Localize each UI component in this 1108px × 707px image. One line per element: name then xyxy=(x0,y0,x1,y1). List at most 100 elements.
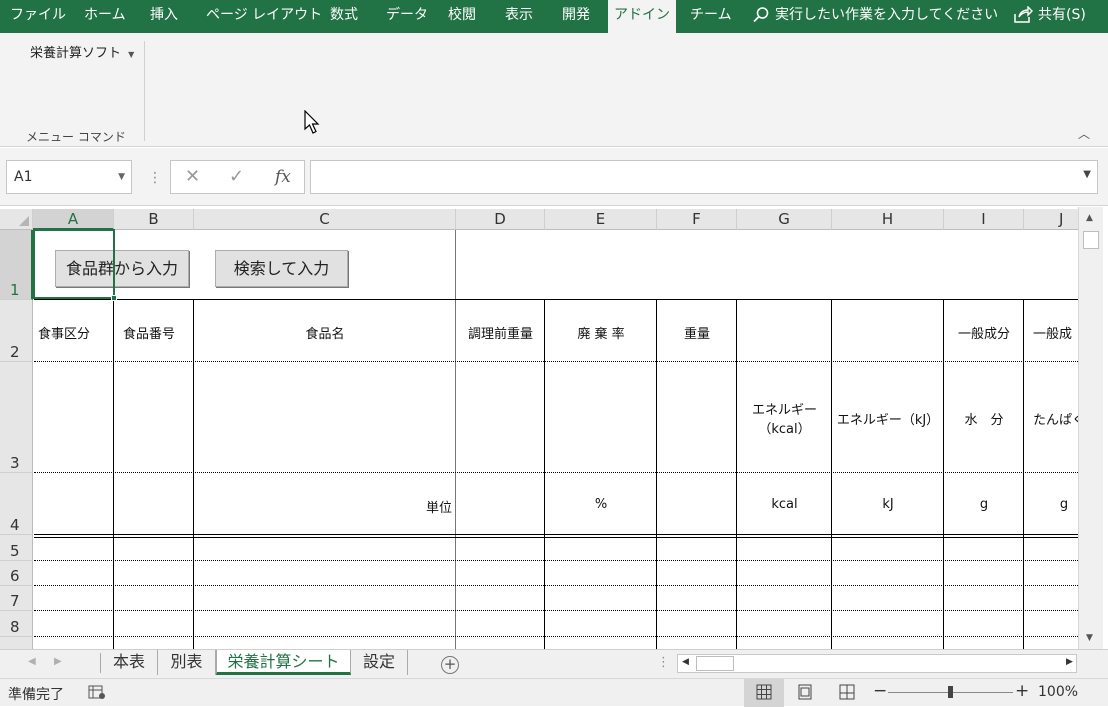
row-number: 4 xyxy=(10,516,20,534)
column-header-d[interactable]: D xyxy=(456,209,545,230)
sheet-tab-main-table[interactable]: 本表 xyxy=(101,650,158,675)
nutrition-software-menu-button[interactable]: 栄養計算ソフト ▼ xyxy=(30,42,134,61)
tab-split-grip-icon[interactable]: ⋮ xyxy=(657,655,670,670)
tab-review[interactable]: 校閲 xyxy=(448,0,488,33)
tab-formulas[interactable]: 数式 xyxy=(330,0,370,33)
row-header-2[interactable]: 2 xyxy=(0,300,33,362)
row-number: 6 xyxy=(10,567,20,585)
formula-bar-grip-icon[interactable]: ⋮ xyxy=(148,170,162,186)
vertical-scroll-thumb[interactable] xyxy=(1083,231,1099,249)
sheet-tab-settings[interactable]: 設定 xyxy=(351,650,408,675)
collapse-ribbon-icon[interactable]: ︿ xyxy=(1078,125,1090,142)
row-header-6[interactable]: 6 xyxy=(0,561,33,586)
scroll-right-icon[interactable]: ▶ xyxy=(1066,657,1073,667)
scroll-left-icon[interactable]: ◀ xyxy=(682,657,689,667)
tab-team[interactable]: チーム xyxy=(690,0,738,33)
macro-record-icon[interactable] xyxy=(88,684,106,700)
column-header-c[interactable]: C xyxy=(194,209,456,230)
enter-check-icon[interactable]: ✓ xyxy=(229,161,244,193)
sheet-tab-appendix[interactable]: 別表 xyxy=(158,650,216,675)
prev-sheet-icon[interactable]: ◀ xyxy=(28,656,36,667)
row-number: 2 xyxy=(10,343,20,361)
tell-me-box[interactable]: 実行したい作業を入力してください xyxy=(752,0,998,33)
row-number: 7 xyxy=(10,592,20,610)
share-button[interactable]: 共有(S) xyxy=(1013,0,1086,33)
name-box-dropdown-icon[interactable]: ▼ xyxy=(118,161,125,193)
column-border xyxy=(1023,300,1024,649)
column-border xyxy=(113,300,114,649)
tab-data[interactable]: データ xyxy=(386,0,430,33)
row-number: 8 xyxy=(10,618,20,636)
horizontal-scroll-thumb[interactable] xyxy=(696,656,734,671)
page-break-view-icon[interactable] xyxy=(839,684,855,700)
header-energy-kj: エネルギー（kJ） xyxy=(836,413,940,428)
row-border xyxy=(34,299,1078,300)
search-input-button[interactable]: 検索して入力 xyxy=(215,250,348,287)
row-header-1[interactable]: 1 xyxy=(0,230,33,300)
status-ready: 準備完了 xyxy=(8,687,64,703)
ribbon-tab-bar: ファイル ホーム 挿入 ページ レイアウト 数式 データ 校閲 表示 開発 アド… xyxy=(0,0,1108,33)
row-header-8[interactable]: 8 xyxy=(0,611,33,637)
fill-handle[interactable] xyxy=(111,295,117,301)
row-header-7[interactable]: 7 xyxy=(0,586,33,611)
row-header-3[interactable]: 3 xyxy=(0,362,33,473)
column-header-h[interactable]: H xyxy=(832,209,944,230)
next-sheet-icon[interactable]: ▶ xyxy=(54,656,62,667)
zoom-in-button[interactable]: + xyxy=(1015,681,1029,701)
column-header-f[interactable]: F xyxy=(657,209,737,230)
column-header-g[interactable]: G xyxy=(737,209,832,230)
column-header-b[interactable]: B xyxy=(114,209,194,230)
insert-function-icon[interactable]: fx xyxy=(275,161,291,193)
tab-home[interactable]: ホーム xyxy=(84,0,136,33)
unit-gram-j: g xyxy=(1059,497,1069,512)
worksheet-grid[interactable]: A B C D E F G H I J 1 2 3 4 5 6 7 8 9 食品… xyxy=(0,207,1078,649)
row-header-4[interactable]: 4 xyxy=(0,473,33,535)
column-header-e[interactable]: E xyxy=(545,209,657,230)
add-sheet-icon[interactable]: + xyxy=(441,656,459,674)
column-header-j[interactable]: J xyxy=(1024,209,1078,230)
zoom-out-button[interactable]: − xyxy=(873,681,887,701)
row-border xyxy=(34,472,1078,473)
normal-view-button[interactable] xyxy=(744,679,784,707)
tab-file[interactable]: ファイル xyxy=(10,0,74,33)
header-energy-kcal-line2: （kcal） xyxy=(758,422,811,437)
column-header-a[interactable]: A xyxy=(33,209,114,230)
horizontal-scrollbar[interactable]: ◀ ▶ xyxy=(677,654,1077,673)
ribbon-panel: 栄養計算ソフト ▼ メニュー コマンド ︿ xyxy=(0,33,1108,147)
row-border xyxy=(34,560,1078,561)
row-border xyxy=(34,610,1078,611)
tab-insert[interactable]: 挿入 xyxy=(150,0,190,33)
tab-view[interactable]: 表示 xyxy=(505,0,545,33)
scroll-down-icon[interactable]: ▼ xyxy=(1086,633,1093,643)
row-header-5[interactable]: 5 xyxy=(0,535,33,561)
header-food-number: 食品番号 xyxy=(123,327,176,342)
header-food-name: 食品名 xyxy=(305,327,345,342)
expand-formula-bar-icon[interactable]: ▼ xyxy=(1083,169,1091,180)
unit-gram: g xyxy=(979,497,989,512)
row-border xyxy=(34,636,1078,637)
cancel-icon[interactable]: ✕ xyxy=(185,161,200,193)
header-protein: たんぱく xyxy=(1033,413,1078,428)
ribbon-group-separator xyxy=(144,41,145,141)
tab-developer[interactable]: 開発 xyxy=(562,0,602,33)
formula-input[interactable]: ▼ xyxy=(310,160,1098,194)
name-box[interactable]: A1 ▼ xyxy=(6,160,132,194)
select-all-corner[interactable] xyxy=(0,209,33,230)
sheet-tab-nutrition-calc[interactable]: 栄養計算シート xyxy=(216,650,351,675)
tab-page-layout[interactable]: ページ レイアウト xyxy=(206,0,322,33)
row-header-9[interactable]: 9 xyxy=(0,637,33,649)
column-border xyxy=(544,300,545,649)
zoom-slider-thumb[interactable] xyxy=(948,686,953,698)
row-border xyxy=(34,361,1078,362)
scroll-up-icon[interactable]: ▲ xyxy=(1086,213,1093,223)
page-layout-view-icon[interactable] xyxy=(797,684,813,700)
unit-kj: kJ xyxy=(882,497,894,512)
active-cell-selection xyxy=(33,229,115,299)
row-number: 1 xyxy=(10,281,20,299)
column-border xyxy=(736,300,737,649)
tab-addins[interactable]: アドイン xyxy=(608,0,676,33)
vertical-scrollbar[interactable]: ▲ ▼ xyxy=(1078,207,1103,649)
column-header-i[interactable]: I xyxy=(944,209,1024,230)
zoom-level[interactable]: 100% xyxy=(1038,684,1078,700)
mouse-pointer-icon xyxy=(304,110,320,134)
